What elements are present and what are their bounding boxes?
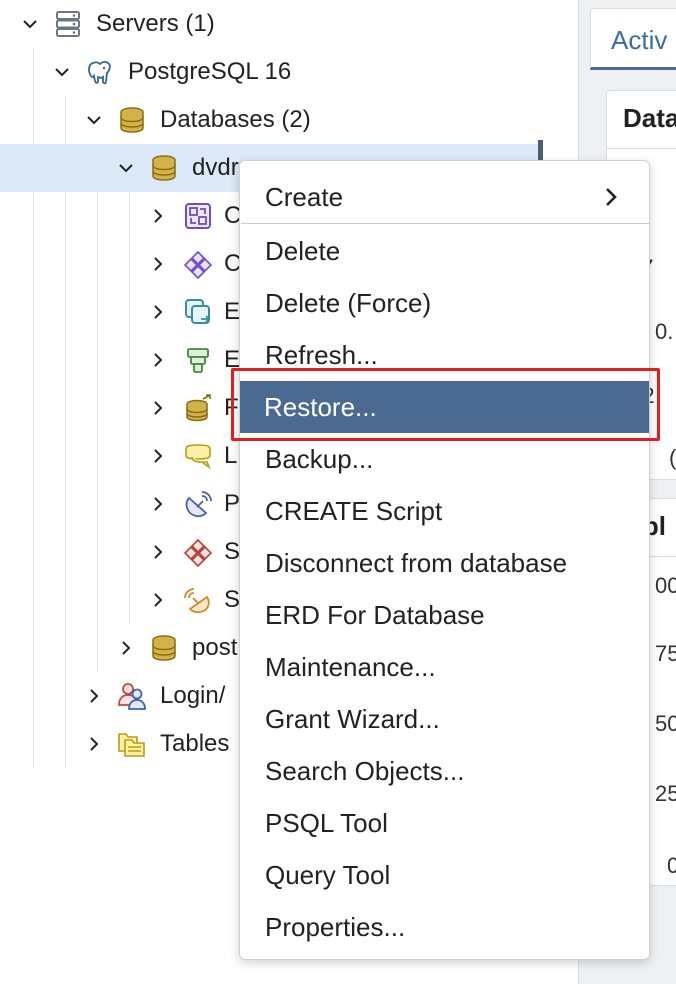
tab-activity[interactable]: Activ xyxy=(590,8,676,70)
menu-item-grant-wizard[interactable]: Grant Wizard... xyxy=(241,693,650,745)
login-roles-icon xyxy=(116,680,148,712)
tree-item-label: Login/ xyxy=(160,682,226,709)
chevron-right-icon[interactable] xyxy=(146,300,170,324)
axis-tick: ( xyxy=(669,445,676,470)
axis-tick: 25 xyxy=(655,781,676,806)
database-icon xyxy=(116,104,148,136)
menu-item-maintenance[interactable]: Maintenance... xyxy=(241,641,650,693)
axis-tick: 0 xyxy=(667,853,676,879)
menu-item-label: Create xyxy=(265,182,344,212)
menu-item-delete-force[interactable]: Delete (Force) xyxy=(241,277,650,329)
postgresql-elephant-icon xyxy=(84,56,116,88)
catalogs-icon xyxy=(182,248,214,280)
tree-item-label: E xyxy=(224,298,241,325)
subscriptions-icon xyxy=(182,584,214,616)
menu-item-erd[interactable]: ERD For Database xyxy=(241,589,650,641)
tree-item-label: S xyxy=(224,586,241,613)
menu-separator xyxy=(241,223,650,224)
foreign-data-wrappers-icon xyxy=(182,392,214,424)
tree-item-databases[interactable]: Databases (2) xyxy=(0,96,540,144)
schemas-icon xyxy=(182,536,214,568)
database-icon xyxy=(148,632,180,664)
chevron-right-icon[interactable] xyxy=(146,492,170,516)
axis-tick: 0. xyxy=(655,319,674,344)
axis-tick: 50 xyxy=(655,711,676,736)
chevron-down-icon[interactable] xyxy=(50,60,74,84)
tree-scrollbar[interactable] xyxy=(538,140,543,160)
tree-item-label: P xyxy=(224,490,241,517)
menu-item-disconnect[interactable]: Disconnect from database xyxy=(241,537,650,589)
casts-icon xyxy=(182,200,214,232)
chevron-right-icon[interactable] xyxy=(146,540,170,564)
card-title: Data xyxy=(607,91,676,149)
chevron-right-icon[interactable] xyxy=(146,252,170,276)
database-icon xyxy=(148,152,180,184)
chevron-right-icon[interactable] xyxy=(146,396,170,420)
event-triggers-icon xyxy=(182,296,214,328)
tree-item-label: S xyxy=(224,538,241,565)
tree-item-label: PostgreSQL 16 xyxy=(128,58,292,85)
menu-item-delete[interactable]: Delete xyxy=(241,225,650,277)
chevron-right-icon[interactable] xyxy=(114,636,138,660)
extensions-icon xyxy=(182,344,214,376)
tablespaces-icon xyxy=(116,728,148,760)
menu-item-search-objects[interactable]: Search Objects... xyxy=(241,745,650,797)
context-menu: Create Delete Delete (Force) Refresh... … xyxy=(239,160,650,960)
chevron-right-icon[interactable] xyxy=(82,684,106,708)
menu-item-psql-tool[interactable]: PSQL Tool xyxy=(241,797,650,849)
chevron-down-icon[interactable] xyxy=(18,12,42,36)
chevron-right-icon[interactable] xyxy=(82,732,106,756)
servers-icon xyxy=(52,8,84,40)
tree-item-label: Servers (1) xyxy=(96,10,215,37)
chevron-right-icon xyxy=(606,188,617,206)
publications-icon xyxy=(182,488,214,520)
tree-item-label: dvdr xyxy=(192,154,239,181)
chevron-down-icon[interactable] xyxy=(82,108,106,132)
tree-item-label: Tables xyxy=(160,730,230,757)
tree-item-postgresql-16[interactable]: PostgreSQL 16 xyxy=(0,48,540,96)
languages-icon xyxy=(182,440,214,472)
axis-tick: 75 xyxy=(655,641,676,666)
restore-highlight-box xyxy=(231,368,660,441)
tree-item-label: post xyxy=(192,634,238,661)
tree-item-label: L xyxy=(224,442,238,469)
axis-tick: 00 xyxy=(655,573,676,598)
tab-label: Activ xyxy=(611,25,668,55)
menu-item-create[interactable]: Create xyxy=(241,171,650,223)
chevron-right-icon[interactable] xyxy=(146,348,170,372)
tree-item-servers[interactable]: Servers (1) xyxy=(0,0,540,48)
pgadmin-window: Servers (1) PostgreSQL 16 Databases (2) … xyxy=(0,0,676,984)
menu-item-query-tool[interactable]: Query Tool xyxy=(241,849,650,901)
chevron-right-icon[interactable] xyxy=(146,444,170,468)
chevron-down-icon[interactable] xyxy=(114,156,138,180)
menu-item-properties[interactable]: Properties... xyxy=(241,901,650,953)
chevron-right-icon[interactable] xyxy=(146,204,170,228)
tree-item-label: Databases (2) xyxy=(160,106,311,133)
menu-item-create-script[interactable]: CREATE Script xyxy=(241,485,650,537)
chevron-right-icon[interactable] xyxy=(146,588,170,612)
